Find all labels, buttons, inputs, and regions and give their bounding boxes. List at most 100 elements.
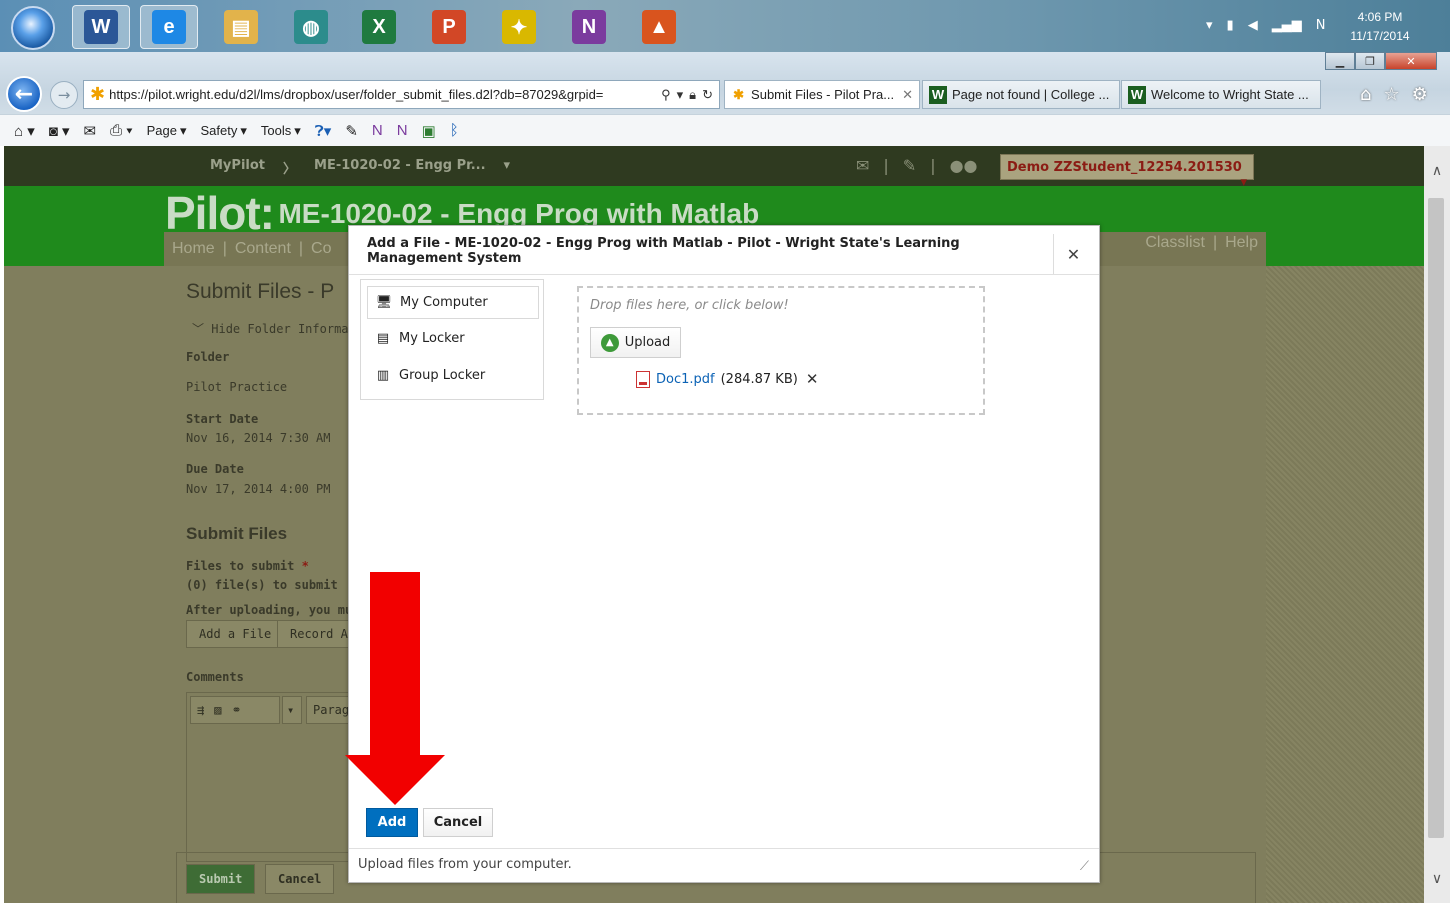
divider: | <box>883 156 889 175</box>
nav-home[interactable]: Home <box>172 240 215 258</box>
address-bar[interactable]: ✱ https://pilot.wright.edu/d2l/lms/dropb… <box>83 80 720 109</box>
source-label: My Locker <box>399 331 465 346</box>
home-icon[interactable]: ⌂ ▾ <box>14 122 35 140</box>
message-icon[interactable]: ✉ <box>856 156 869 175</box>
upload-label: Upload <box>624 335 671 350</box>
bluetooth-icon[interactable]: ᛒ <box>450 122 459 139</box>
taskbar-app-excel[interactable]: X <box>350 5 408 49</box>
user-name: Demo ZZStudent_12254.201530 <box>1007 160 1242 175</box>
back-button[interactable]: ← <box>6 76 42 112</box>
research-icon[interactable]: ✎ <box>345 122 358 140</box>
scroll-thumb[interactable] <box>1428 198 1444 838</box>
search-icon[interactable]: ⚲ <box>661 87 671 103</box>
minimize-button[interactable]: ▁ <box>1325 52 1355 70</box>
comments-editor[interactable] <box>186 692 366 862</box>
taskbar-app-network-app[interactable]: ◍ <box>282 5 340 49</box>
word-icon: W <box>84 10 118 44</box>
file-drop-zone[interactable]: Drop files here, or click below! ▲ Uploa… <box>577 286 985 415</box>
settings-gear-icon[interactable]: ⚙ <box>1412 84 1428 105</box>
submit-button[interactable]: Submit <box>186 864 256 894</box>
page-scrollbar[interactable]: ∧ ∨ <box>1424 146 1450 903</box>
files-to-submit-label: Files to submit * <box>186 559 309 573</box>
file-name-link[interactable]: Doc1.pdf <box>656 372 715 387</box>
upload-button[interactable]: ▲ Upload <box>590 327 681 358</box>
add-button[interactable]: Add <box>366 808 418 837</box>
power-icon[interactable]: ▮ <box>1227 18 1234 33</box>
page-menu[interactable]: Page ▾ <box>147 123 187 139</box>
forward-button[interactable]: → <box>50 81 78 109</box>
onenote-send-icon[interactable]: N <box>372 122 383 139</box>
close-icon[interactable]: ✕ <box>1053 234 1093 274</box>
chat-icon[interactable]: ●● <box>950 156 978 175</box>
source-group-locker[interactable]: ▥ Group Locker <box>367 359 539 392</box>
labview-icon: ✦ <box>502 10 536 44</box>
volume-icon[interactable]: ◀ <box>1248 18 1258 33</box>
submit-files-heading: Submit Files <box>186 524 288 543</box>
nav-co[interactable]: Co <box>311 240 331 258</box>
tray-expand-icon[interactable]: ▾ <box>1206 18 1213 33</box>
taskbar-app-word[interactable]: W <box>72 5 130 49</box>
uploaded-file-row: Doc1.pdf (284.87 KB) ✕ <box>636 370 818 388</box>
chevron-down-icon[interactable]: ▾ <box>504 158 511 177</box>
cancel-submit-button[interactable]: Cancel <box>265 864 335 894</box>
resize-grip-icon[interactable]: ⟋ <box>1080 859 1089 874</box>
taskbar-app-labview[interactable]: ✦ <box>490 5 548 49</box>
tab-close-icon[interactable]: ✕ <box>902 87 913 103</box>
help-icon[interactable]: ❓︎▾ <box>315 122 332 140</box>
tab-label: Welcome to Wright State ... <box>1151 87 1309 102</box>
close-window-button[interactable]: ✕ <box>1385 52 1437 70</box>
nav-mypilot[interactable]: MyPilot <box>210 158 265 177</box>
nav-help[interactable]: Help <box>1225 234 1258 252</box>
lock-icon[interactable]: 🔒︎ <box>689 87 696 103</box>
addon-icon[interactable]: ▣ <box>422 122 436 140</box>
onenote-icon: N <box>572 10 606 44</box>
url-text[interactable]: https://pilot.wright.edu/d2l/lms/dropbox… <box>109 87 655 102</box>
source-my-locker[interactable]: ▤ My Locker <box>367 322 539 355</box>
divider: | <box>298 240 304 257</box>
feeds-icon[interactable]: ◙ ▾ <box>49 122 70 140</box>
remove-file-icon[interactable]: ✕ <box>806 370 819 388</box>
network-app-icon: ◍ <box>294 10 328 44</box>
chevron-right-icon: 〉 <box>283 162 297 177</box>
favorites-star-icon[interactable]: ☆ <box>1383 84 1399 105</box>
browser-toolbar-right: ⌂ ☆ ⚙ <box>1360 84 1428 105</box>
mail-icon[interactable]: ✉ <box>84 122 97 140</box>
due-date-value: Nov 17, 2014 4:00 PM <box>186 482 331 496</box>
taskbar-app-onenote[interactable]: N <box>560 5 618 49</box>
safety-menu[interactable]: Safety ▾ <box>200 123 246 139</box>
onenote-tray-icon[interactable]: N <box>1316 18 1326 33</box>
taskbar-app-ie[interactable]: e <box>140 5 198 49</box>
tab-page-not-found[interactable]: W Page not found | College ... <box>922 80 1120 109</box>
tab-welcome-wright-state[interactable]: W Welcome to Wright State ... <box>1121 80 1321 109</box>
nav-course[interactable]: ME-1020-02 - Engg Pr... <box>314 158 486 177</box>
home-icon[interactable]: ⌂ <box>1360 84 1371 105</box>
maximize-button[interactable]: ❐ <box>1355 52 1385 70</box>
refresh-icon[interactable]: ↻ <box>702 87 713 103</box>
taskbar-app-file-explorer[interactable]: ▤ <box>212 5 270 49</box>
onenote-linked-icon[interactable]: N <box>397 122 408 139</box>
tab-submit-files[interactable]: ✱ Submit Files - Pilot Pra... ✕ <box>724 80 920 109</box>
signal-icon[interactable]: ▂▄▆ <box>1272 18 1302 33</box>
clock-date: 11/17/2014 <box>1350 29 1410 43</box>
page-title: Submit Files - P <box>186 280 335 303</box>
cancel-button[interactable]: Cancel <box>423 808 493 837</box>
add-file-button[interactable]: Add a File <box>186 620 285 648</box>
group-locker-icon: ▥ <box>376 368 390 383</box>
scroll-down-icon[interactable]: ∨ <box>1424 866 1450 892</box>
taskbar-app-powerpoint[interactable]: P <box>420 5 478 49</box>
source-my-computer[interactable]: 🖥︎ My Computer <box>367 286 539 319</box>
tools-menu[interactable]: Tools ▾ <box>261 123 301 139</box>
folder-label: Folder <box>186 350 230 364</box>
hide-folder-link[interactable]: ﹀ Hide Folder Informati <box>192 320 363 337</box>
site-favicon: ✱ <box>90 84 106 104</box>
user-menu[interactable]: Demo ZZStudent_12254.201530 ▾ <box>1000 154 1254 190</box>
clock[interactable]: 4:06 PM 11/17/2014 <box>1340 8 1420 46</box>
taskbar-app-matlab[interactable]: ▲ <box>630 5 688 49</box>
scroll-up-icon[interactable]: ∧ <box>1424 158 1450 184</box>
start-button[interactable] <box>11 6 55 50</box>
print-icon[interactable]: ⎙ ▾ <box>110 122 132 139</box>
dropdown-icon[interactable]: ▾ <box>677 87 684 103</box>
nav-content[interactable]: Content <box>235 240 291 258</box>
nav-classlist[interactable]: Classlist <box>1145 234 1205 252</box>
notification-icon[interactable]: ✎ <box>903 156 916 175</box>
